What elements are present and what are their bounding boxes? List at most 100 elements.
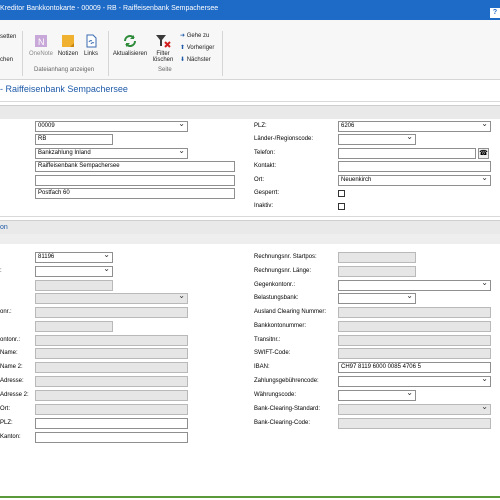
links-icon <box>86 34 97 48</box>
clear-filter-icon <box>156 35 171 48</box>
length-field <box>338 266 416 277</box>
left-label-2: : <box>0 268 2 274</box>
fee-code-field[interactable] <box>338 376 491 387</box>
debit-bank-field[interactable] <box>338 293 416 304</box>
left-field-4 <box>35 293 188 304</box>
counter-account-field[interactable] <box>338 280 491 291</box>
clear-filter-button[interactable]: Filter löschen <box>150 33 176 63</box>
iban-field[interactable]: CH97 8119 6000 0085 4706 5 <box>338 362 491 373</box>
contact-field[interactable] <box>338 161 491 172</box>
previous-button[interactable]: ⬆ Vorheriger <box>180 44 214 51</box>
left-field-7 <box>35 335 188 346</box>
swift-field <box>338 348 491 359</box>
swift-label: SWIFT-Code: <box>254 350 291 356</box>
left-label-address: Adresse: <box>0 378 24 384</box>
section-payment-title: on <box>0 224 8 231</box>
refresh-icon <box>124 35 136 47</box>
clearing-field[interactable]: 81196 <box>35 252 113 263</box>
svg-text:N: N <box>38 37 45 47</box>
left-field-2[interactable] <box>35 266 113 277</box>
notes-button[interactable]: Notizen <box>56 33 80 57</box>
left-field-5 <box>35 307 188 318</box>
links-button[interactable]: Links <box>80 33 102 57</box>
ribbon-partial-bottom[interactable]: chen <box>0 57 18 63</box>
counter-account-label: Gegenkontonr.: <box>254 282 296 288</box>
inactive-label: Inaktiv: <box>254 203 274 209</box>
onenote-label: OneNote <box>28 51 53 57</box>
ribbon-separator <box>222 31 223 76</box>
ribbon-separator <box>22 31 23 76</box>
bank-name-field[interactable]: Raiffeisenbank Sempachersee <box>35 161 235 172</box>
inactive-checkbox[interactable] <box>338 203 345 210</box>
fee-code-label: Zahlungsgebührencode: <box>254 378 319 384</box>
transit-field <box>338 335 491 346</box>
code-field[interactable]: 00009 <box>35 121 188 132</box>
debit-bank-label: Belastungsbank: <box>254 295 299 301</box>
left-label-5: onr.: <box>0 309 12 315</box>
ribbon-partial-top[interactable]: setten <box>0 34 18 40</box>
currency-field[interactable] <box>338 390 416 401</box>
plz-field[interactable]: 6206 <box>338 121 491 132</box>
left-kanton-field[interactable] <box>35 432 188 443</box>
plz-label: PLZ: <box>254 123 267 129</box>
refresh-label: Aktualisieren <box>112 51 148 57</box>
left-plz-field[interactable] <box>35 418 188 429</box>
foreign-clearing-field <box>338 307 491 318</box>
ribbon-separator <box>108 31 109 76</box>
group-attachments-label: Dateianhang anzeigen <box>34 67 95 73</box>
phone-label: Telefon: <box>254 150 276 156</box>
ort-field[interactable]: Neuenkirch <box>338 175 491 186</box>
transit-label: Transitnr.: <box>254 337 281 343</box>
bank-account-label: Bankkontonummer: <box>254 323 307 329</box>
address-field[interactable]: Postfach 60 <box>35 188 235 199</box>
section-payment-subheader <box>0 234 500 244</box>
previous-label: Vorheriger <box>186 45 215 51</box>
arrow-up-icon: ⬆ <box>180 45 186 51</box>
clearing-standard-label: Bank-Clearing-Standard: <box>254 406 321 412</box>
window-title: Kreditor Bankkontokarte - 00009 - RB - R… <box>0 5 219 12</box>
page-title: - Raiffeisenbank Sempachersee <box>0 84 128 94</box>
startpos-label: Rechnungsnr. Startpos: <box>254 254 317 260</box>
left-label-name: Name: <box>0 350 18 356</box>
notes-label: Notizen <box>57 51 79 57</box>
name2-field[interactable] <box>35 175 235 186</box>
country-label: Länder-/Regionscode: <box>254 136 314 142</box>
arrow-down-icon: ⬇ <box>180 57 186 63</box>
left-name-field <box>35 348 188 359</box>
currency-label: Währungscode: <box>254 392 297 398</box>
clear-filter-label-2: löschen <box>152 57 174 63</box>
left-label-address2: Adresse 2: <box>0 392 29 398</box>
group-page-label: Seite <box>158 67 172 73</box>
payment-type-field[interactable]: Bankzahlung Inland <box>35 148 188 159</box>
next-button[interactable]: ⬇ Nächster <box>180 56 211 63</box>
refresh-button[interactable]: Aktualisieren <box>110 33 150 57</box>
section-payment-header[interactable]: on <box>0 220 500 234</box>
left-label-name2: Name 2: <box>0 364 23 370</box>
clearing-standard-field <box>338 404 491 415</box>
blocked-checkbox[interactable] <box>338 190 345 197</box>
goto-button[interactable]: ➜ Gehe zu <box>180 32 209 39</box>
left-label-7: ontonr.: <box>0 337 21 343</box>
help-icon[interactable]: ? <box>490 8 500 18</box>
divider <box>0 216 500 217</box>
left-label-kanton: Kanton: <box>0 434 21 440</box>
onenote-icon: N <box>35 35 47 47</box>
divider <box>0 101 500 102</box>
section-general-header[interactable] <box>0 105 500 119</box>
left-name2-field <box>35 362 188 373</box>
foreign-clearing-label: Ausland Clearing Nummer: <box>254 309 327 315</box>
country-field[interactable] <box>338 134 416 145</box>
phone-icon[interactable]: ☎ <box>478 148 489 159</box>
phone-field[interactable] <box>338 148 476 159</box>
left-address-field <box>35 376 188 387</box>
clearing-code-label: Bank-Clearing-Code: <box>254 420 311 426</box>
left-label-ort: Ort: <box>0 406 10 412</box>
notes-icon <box>62 35 74 47</box>
name-field[interactable]: RB <box>35 134 113 145</box>
length-label: Rechnungsnr. Länge: <box>254 268 312 274</box>
title-bar: Kreditor Bankkontokarte - 00009 - RB - R… <box>0 0 500 20</box>
left-ort-field <box>35 404 188 415</box>
blocked-label: Gesperrt: <box>254 190 280 196</box>
onenote-button[interactable]: N OneNote <box>26 33 56 57</box>
contact-label: Kontakt: <box>254 163 277 169</box>
